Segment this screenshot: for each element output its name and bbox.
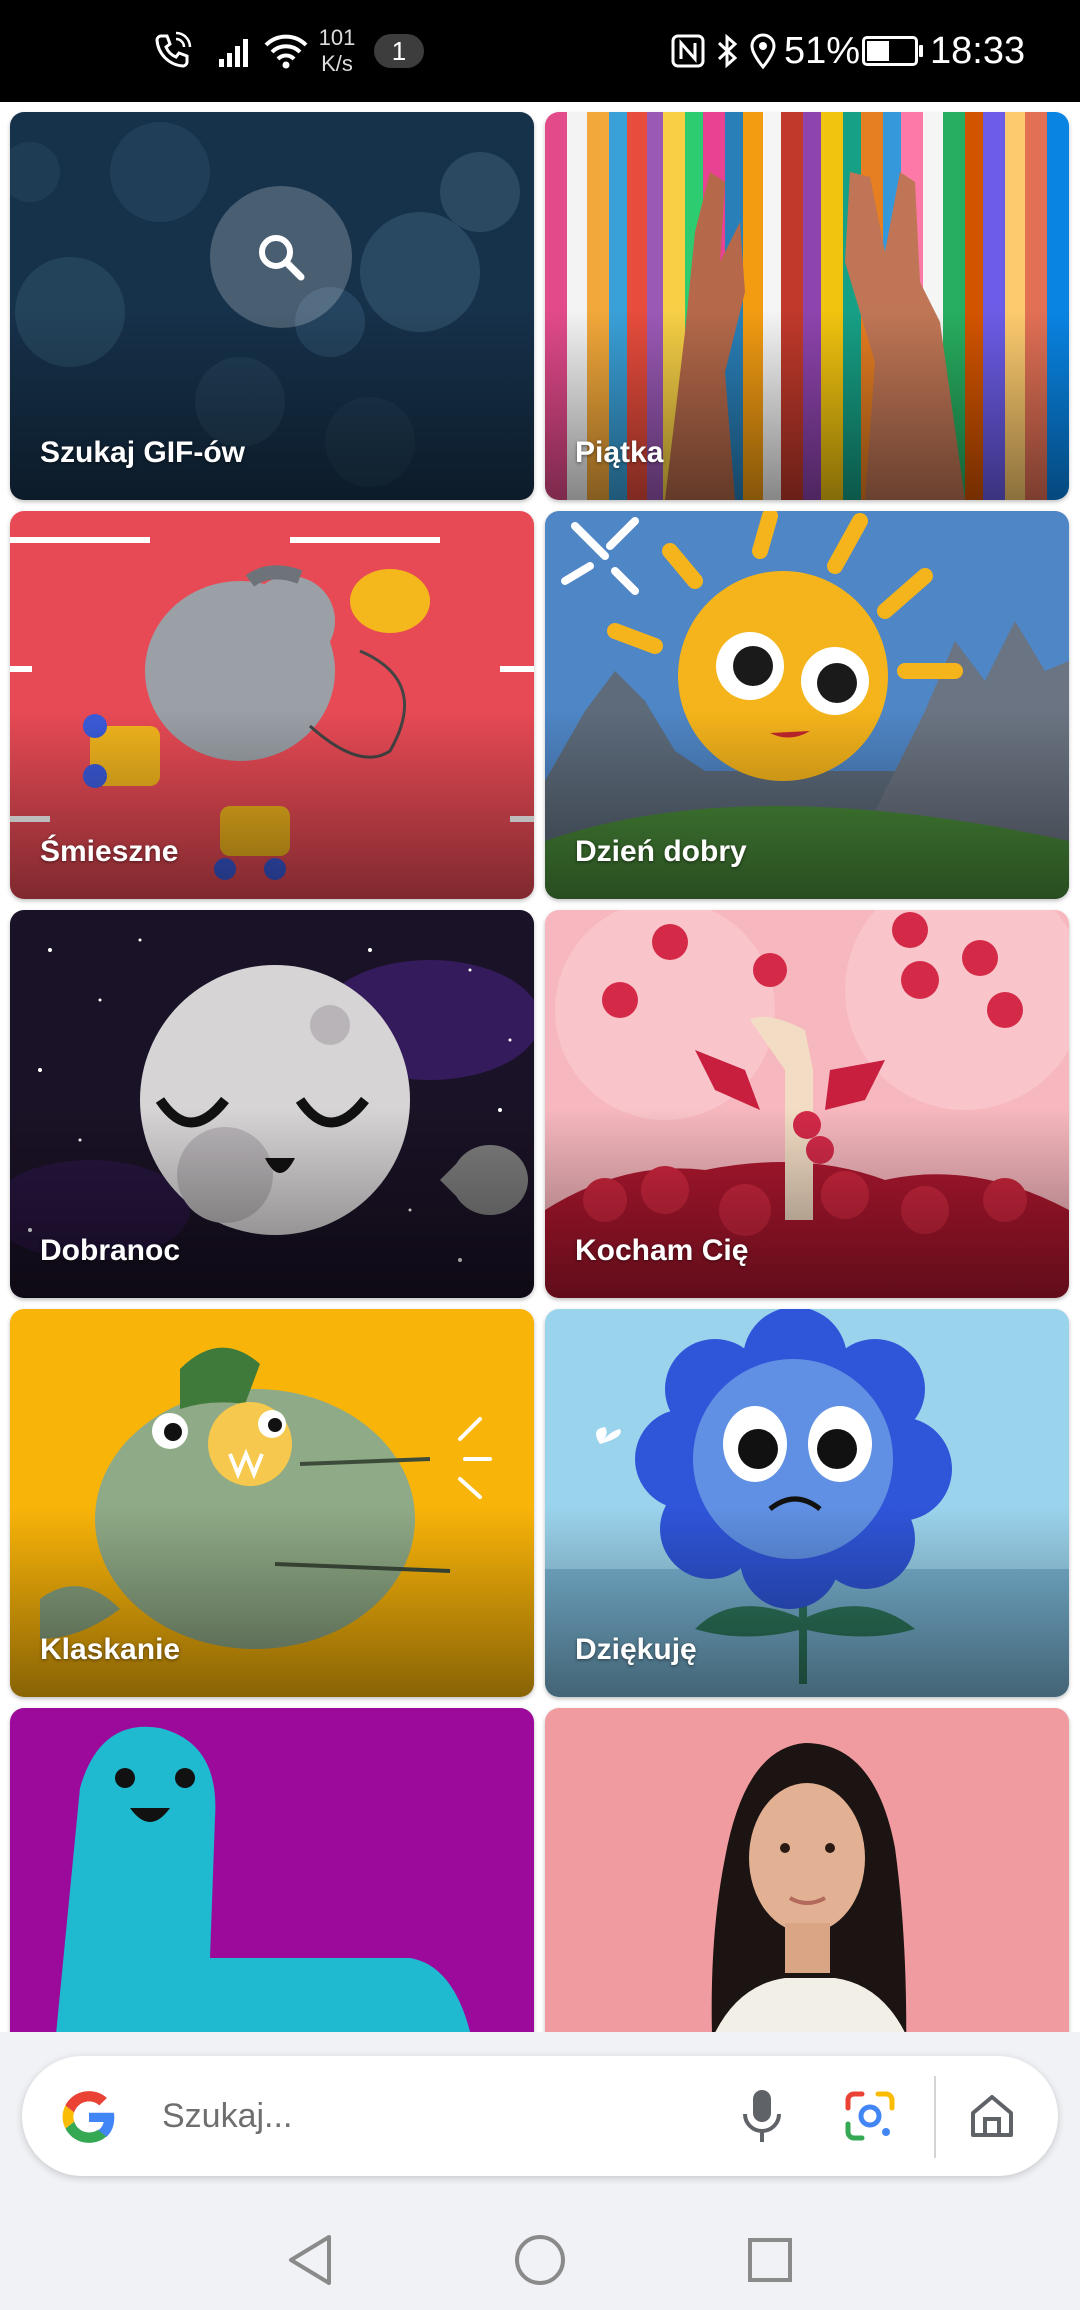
gif-category-search-tile[interactable]: Szukaj GIF-ów xyxy=(10,112,534,500)
net-speed-value: 101 xyxy=(318,25,356,50)
search-bar[interactable]: Szukaj... xyxy=(22,2056,1058,2176)
gif-category-tile[interactable]: Dzień dobry xyxy=(545,511,1069,899)
tile-label: Klaskanie xyxy=(40,1633,181,1666)
signal-icon xyxy=(216,0,256,102)
search-gifs-button[interactable] xyxy=(210,186,352,328)
status-bar: 101 K/s 1 51% 18:33 xyxy=(0,0,1080,102)
lens-icon[interactable] xyxy=(840,2086,900,2146)
gif-category-tile[interactable] xyxy=(545,1708,1069,2032)
microphone-icon[interactable] xyxy=(732,2086,792,2146)
tile-label: Dziękuję xyxy=(575,1633,697,1666)
nfc-icon xyxy=(670,0,706,102)
system-nav-bar xyxy=(0,2210,1080,2310)
back-icon[interactable] xyxy=(280,2230,340,2290)
battery-level xyxy=(867,41,890,61)
divider xyxy=(934,2076,936,2158)
tile-label: Dzień dobry xyxy=(575,835,747,868)
clock: 18:33 xyxy=(930,29,1026,72)
net-speed: 101 K/s xyxy=(312,0,362,102)
gif-category-tile[interactable]: Dziękuję xyxy=(545,1309,1069,1697)
gif-category-tile[interactable]: Kocham Cię xyxy=(545,910,1069,1298)
home-icon[interactable] xyxy=(960,2086,1024,2146)
battery-icon xyxy=(862,36,923,66)
notification-count-badge: 1 xyxy=(374,34,424,68)
gif-category-tile[interactable]: Klaskanie xyxy=(10,1309,534,1697)
woman-portrait-image xyxy=(545,1708,1069,2032)
tile-label: Śmieszne xyxy=(40,835,179,868)
recents-icon[interactable] xyxy=(740,2230,800,2290)
gif-category-tile[interactable]: Dobranoc xyxy=(10,910,534,1298)
gif-category-tile[interactable] xyxy=(10,1708,534,2032)
search-icon xyxy=(259,235,305,281)
tile-label: Dobranoc xyxy=(40,1234,181,1267)
location-icon xyxy=(748,0,778,102)
teal-creature-image xyxy=(10,1708,534,2032)
tile-label: Kocham Cię xyxy=(575,1234,749,1267)
gif-category-grid: Szukaj GIF-ów Piątka Śmieszne Dzień dobr… xyxy=(0,102,1080,2032)
call-icon xyxy=(152,0,192,102)
google-logo-icon[interactable] xyxy=(58,2086,120,2148)
gif-category-tile[interactable]: Piątka xyxy=(545,112,1069,500)
net-speed-unit: K/s xyxy=(321,51,353,76)
home-circle-icon[interactable] xyxy=(510,2230,570,2290)
gif-category-tile[interactable]: Śmieszne xyxy=(10,511,534,899)
search-input[interactable]: Szukaj... xyxy=(162,2056,292,2176)
bluetooth-icon xyxy=(714,0,740,102)
tile-label: Piątka xyxy=(575,436,664,469)
battery-percent: 51% xyxy=(784,29,861,72)
tile-label: Szukaj GIF-ów xyxy=(40,436,246,469)
wifi-icon xyxy=(262,0,310,102)
